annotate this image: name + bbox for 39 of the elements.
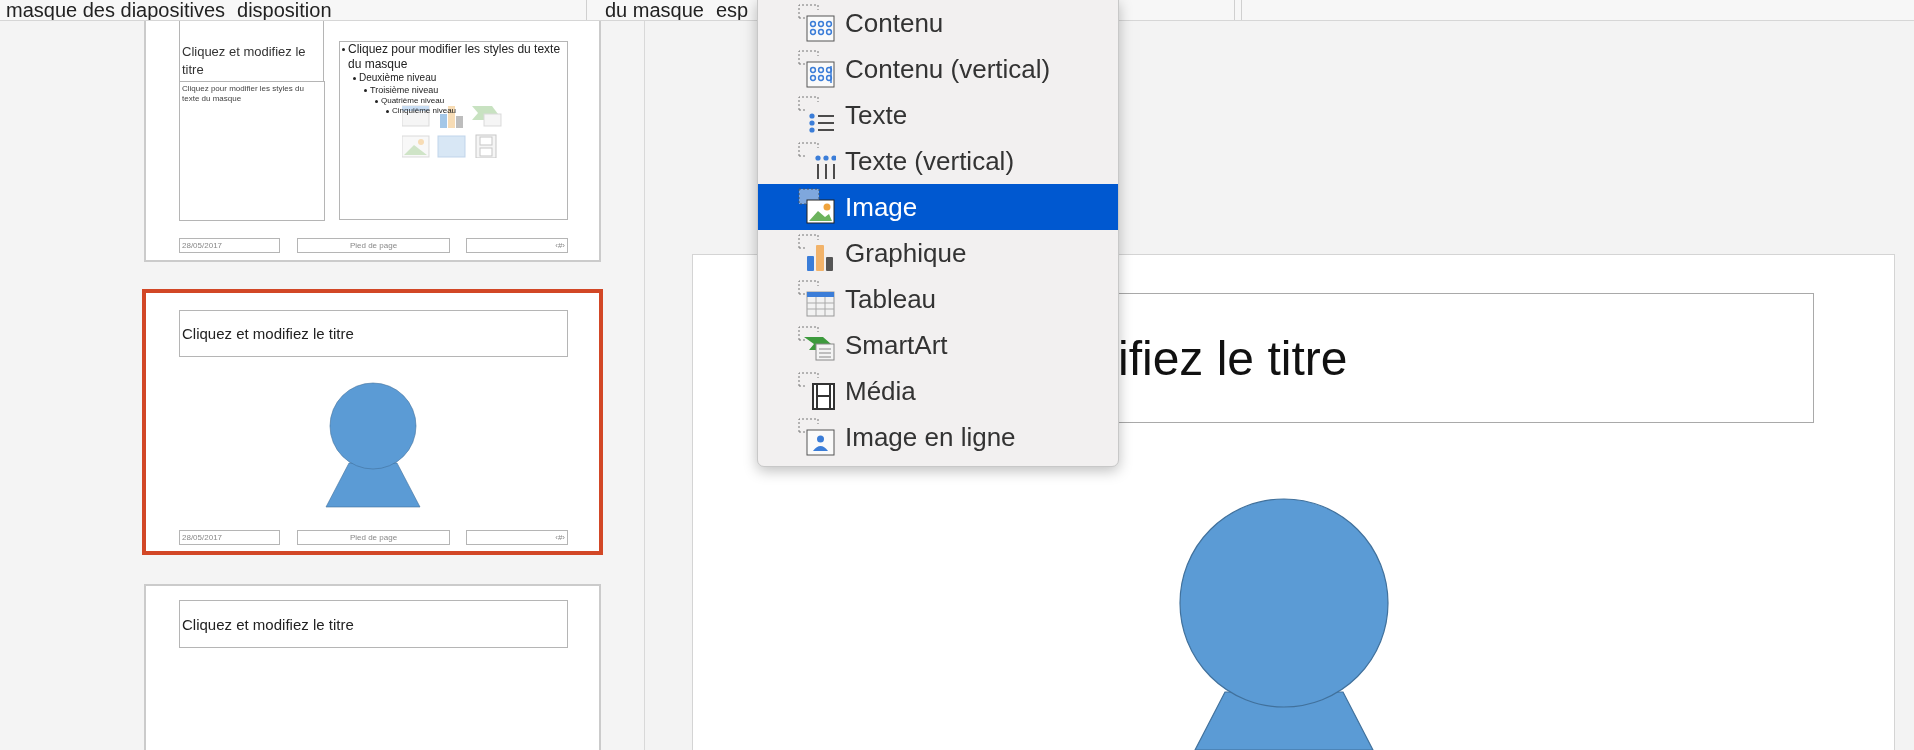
bullet-icon xyxy=(342,48,345,51)
list-icon xyxy=(798,142,836,180)
menu-item[interactable]: Texte (vertical) xyxy=(758,138,1118,184)
title-placeholder: Cliquez et modifiez le titre xyxy=(179,310,568,357)
film-icon xyxy=(798,372,836,410)
person-icon xyxy=(798,418,836,456)
bullet-icon xyxy=(353,77,356,80)
bullet-text: Cinquième niveau xyxy=(392,105,457,116)
date-placeholder: 28/05/2017 xyxy=(179,530,280,545)
slide-number-placeholder: ‹#› xyxy=(466,530,568,545)
bullet-text: Cliquez pour modifier les styles du texte du masque xyxy=(348,42,562,72)
slide-number-placeholder: ‹#› xyxy=(466,238,568,253)
title-placeholder: Cliquez et modifiez le titre xyxy=(179,21,324,81)
bullet-text: Troisième niveau xyxy=(370,84,439,96)
grid-icon xyxy=(798,4,836,42)
menu-item[interactable]: Contenu xyxy=(758,0,1118,46)
body-placeholder: Cliquez pour modifier les styles du texte du masque xyxy=(179,81,325,221)
bullet-text: Deuxième niveau xyxy=(359,72,437,85)
bullet-icon xyxy=(375,99,378,103)
slide-thumbnail[interactable]: Cliquez et modifiez le titre xyxy=(144,584,601,750)
menu-item[interactable]: Graphique xyxy=(758,230,1118,276)
slide-thumbnail[interactable] xyxy=(144,21,601,262)
table-icon xyxy=(798,280,836,318)
bar-chart-icon xyxy=(798,234,836,272)
footer-placeholder: Pied de page xyxy=(297,238,450,253)
title-placeholder: Cliquez et modifiez le titre xyxy=(179,600,568,648)
image-icon xyxy=(798,188,836,226)
menu-item[interactable]: Contenu (vertical) xyxy=(758,46,1118,92)
menu-item[interactable]: Texte xyxy=(758,92,1118,138)
grid-icon xyxy=(798,50,836,88)
slide-thumbnail[interactable]: Cliquez et modifiez le titre 28/05/2017 Pied de page ‹#› xyxy=(142,289,603,555)
bullet-icon xyxy=(386,109,389,113)
menu-item[interactable]: Image xyxy=(758,184,1118,230)
bullet-text: Quatrième niveau xyxy=(381,95,445,106)
diagram-icon xyxy=(798,326,836,364)
footer-placeholder: Pied de page xyxy=(297,530,450,545)
list-icon xyxy=(798,96,836,134)
date-placeholder: 28/05/2017 xyxy=(179,238,280,253)
bullet-icon xyxy=(364,89,367,92)
